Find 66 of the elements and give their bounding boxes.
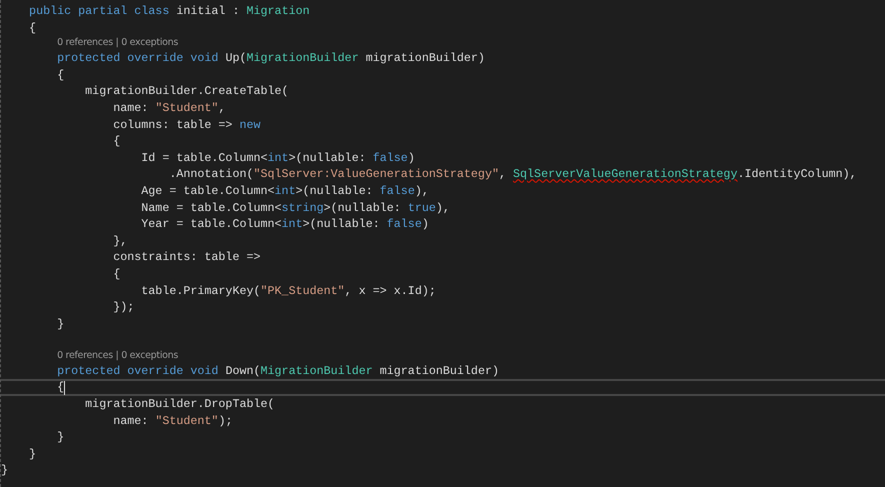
code-token: >(nullable: <box>324 200 402 216</box>
code-token: int <box>268 150 289 166</box>
code-token: int <box>282 216 303 233</box>
code-token: { <box>56 66 64 84</box>
code-token: protected override void <box>56 362 220 380</box>
code-token: .Annotation( <box>168 166 254 183</box>
code-token: ) <box>408 150 415 166</box>
code-token: , x => x.Id); <box>344 282 436 300</box>
code-token: { <box>112 266 120 282</box>
code-token: } <box>28 446 36 462</box>
code-token: MigrationBuilder <box>246 50 359 67</box>
code-token: false <box>372 150 408 166</box>
code-token: int <box>274 182 296 200</box>
code-token: , <box>498 166 507 183</box>
code-token: } <box>1 462 8 480</box>
code-token: Migration <box>246 3 310 20</box>
code-token: { <box>56 379 64 396</box>
code-token: Id = table.Column< <box>140 150 268 166</box>
text-caret <box>64 380 66 395</box>
code-token: migrationBuilder) <box>378 362 499 380</box>
code-token: >(nullable: <box>296 182 374 200</box>
code-token: false <box>386 216 422 233</box>
code-token: true <box>408 200 436 216</box>
code-token: Down( <box>225 362 261 380</box>
code-token: initial <box>176 3 226 20</box>
code-token: }, <box>112 232 128 250</box>
code-token: Age = table.Column< <box>140 182 275 200</box>
code-token: constraints: table => <box>112 249 261 266</box>
code-token: name: <box>112 100 150 117</box>
code-token: { <box>28 20 36 36</box>
code-token: SqlServerValueGenerationStrategy <box>513 166 738 183</box>
code-token: public partial class <box>28 3 170 20</box>
code-token: : <box>231 3 240 20</box>
code-token: "Student" <box>155 412 218 430</box>
code-token: } <box>56 316 64 332</box>
code-token: ), <box>436 200 450 216</box>
code-token: migrationBuilder) <box>364 50 485 67</box>
code-token: protected override void <box>56 50 220 67</box>
code-token: Name = table.Column< <box>140 200 282 216</box>
code-token: "SqlServer:ValueGenerationStrategy" <box>254 166 499 183</box>
code-token: ); <box>218 412 232 430</box>
code-token: .IdentityColumn), <box>737 166 857 183</box>
code-token: name: <box>112 412 150 430</box>
codelens-link[interactable]: 0 references | 0 exceptions <box>57 36 178 50</box>
code-token: "Student" <box>155 100 218 117</box>
code-token: false <box>380 182 415 200</box>
code-token: { <box>112 133 120 150</box>
code-token: ) <box>422 216 429 233</box>
code-token: >(nullable: <box>302 216 381 233</box>
code-token: migrationBuilder.DropTable( <box>84 396 275 413</box>
code-token: table.PrimaryKey( <box>140 282 261 300</box>
code-token: columns: table => <box>112 116 234 134</box>
code-token: new <box>239 116 261 134</box>
code-token: Year = table.Column< <box>140 216 282 233</box>
codelens-link[interactable]: 0 references | 0 exceptions <box>57 348 178 363</box>
code-token: , <box>218 100 226 117</box>
code-token: migrationBuilder.CreateTable( <box>84 83 289 100</box>
code-editor[interactable] <box>0 0 885 487</box>
code-token: } <box>56 429 64 446</box>
code-token: ), <box>414 182 429 200</box>
code-token: "PK_Student" <box>260 282 345 300</box>
code-token: Up( <box>225 50 246 67</box>
code-token: >(nullable: <box>288 150 367 166</box>
code-token: }); <box>112 299 134 316</box>
code-token: string <box>282 200 324 216</box>
code-token: MigrationBuilder <box>260 362 373 380</box>
